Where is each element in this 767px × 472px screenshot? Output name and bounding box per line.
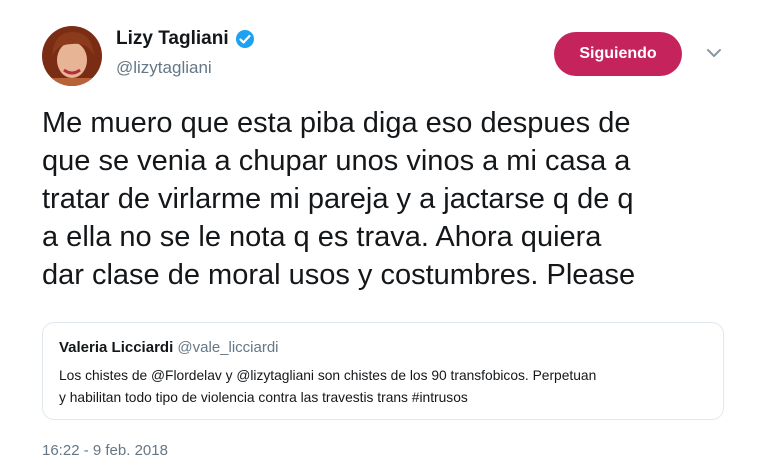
quoted-tweet-line: y habilitan todo tipo de violencia contr… [59, 390, 468, 405]
tweet-line: que se venia a chupar unos vinos a mi ca… [42, 145, 631, 177]
verified-badge-icon [235, 29, 255, 49]
author-name-row[interactable]: Lizy Tagliani [116, 28, 255, 50]
quoted-author-handle: @vale_licciardi [177, 339, 279, 356]
author-name[interactable]: Lizy Tagliani [116, 28, 229, 50]
quoted-author-name: Valeria Licciardi [59, 339, 174, 356]
tweet-line: Me muero que esta piba diga eso despues … [42, 107, 631, 139]
tweet-line: dar clase de moral usos y costumbres. Pl… [42, 259, 636, 291]
chevron-down-icon[interactable] [706, 46, 722, 58]
tweet-line: a ella no se le nota q es trava. Ahora q… [42, 221, 602, 253]
quoted-tweet-text: Los chistes de @Flordelav y @lizytaglian… [59, 365, 596, 409]
following-button[interactable]: Siguiendo [554, 32, 682, 76]
author-handle[interactable]: @lizytagliani [116, 58, 212, 78]
quoted-tweet[interactable]: Valeria Licciardi @vale_licciardi Los ch… [42, 322, 724, 420]
quoted-tweet-line: Los chistes de @Flordelav y @lizytaglian… [59, 368, 597, 383]
tweet-timestamp[interactable]: 16:22 - 9 feb. 2018 [42, 442, 168, 459]
tweet-text: Me muero que esta piba diga eso despues … [42, 104, 742, 294]
avatar[interactable] [42, 26, 102, 86]
quoted-tweet-header: Valeria Licciardi @vale_licciardi [59, 339, 279, 356]
tweet-line: tratar de virlarme mi pareja y a jactars… [42, 183, 634, 215]
